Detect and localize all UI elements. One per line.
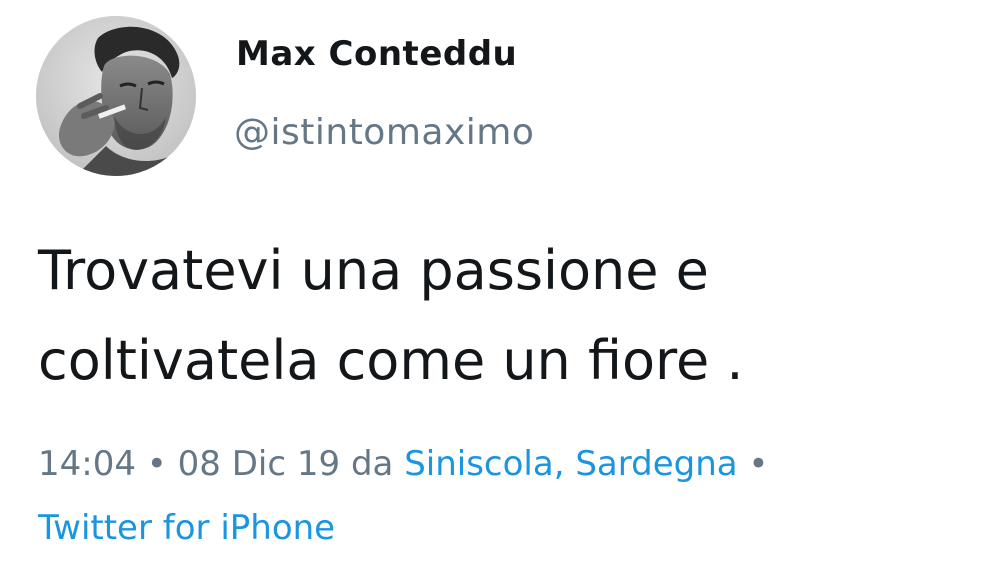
author-handle[interactable]: @istintomaximo — [234, 112, 534, 153]
tweet-text-line: coltivatela come un fiore . — [38, 329, 744, 392]
tweet-meta-line-1: 14:04 • 08 Dic 19 da Siniscola, Sardegna… — [38, 432, 968, 496]
tweet-card: Max Conteddu @istintomaximo Trovatevi un… — [0, 0, 1003, 582]
tweet-meta-line-2: Twitter for iPhone — [38, 496, 968, 560]
source-link[interactable]: Twitter for iPhone — [38, 508, 335, 548]
tweet-meta: 14:04 • 08 Dic 19 da Siniscola, Sardegna… — [38, 432, 968, 560]
tweet-text-line: Trovatevi una passione e — [38, 239, 709, 302]
meta-separator: • — [146, 444, 167, 484]
meta-separator: • — [748, 444, 769, 484]
avatar[interactable] — [36, 16, 196, 176]
avatar-photo-icon — [36, 16, 196, 176]
from-label: da — [350, 444, 394, 484]
tweet-date[interactable]: 08 Dic 19 — [178, 444, 340, 484]
tweet-time[interactable]: 14:04 — [38, 444, 136, 484]
location-link[interactable]: Siniscola, Sardegna — [404, 444, 737, 484]
author-name[interactable]: Max Conteddu — [236, 34, 517, 74]
tweet-text: Trovatevi una passione e coltivatela com… — [38, 226, 968, 406]
